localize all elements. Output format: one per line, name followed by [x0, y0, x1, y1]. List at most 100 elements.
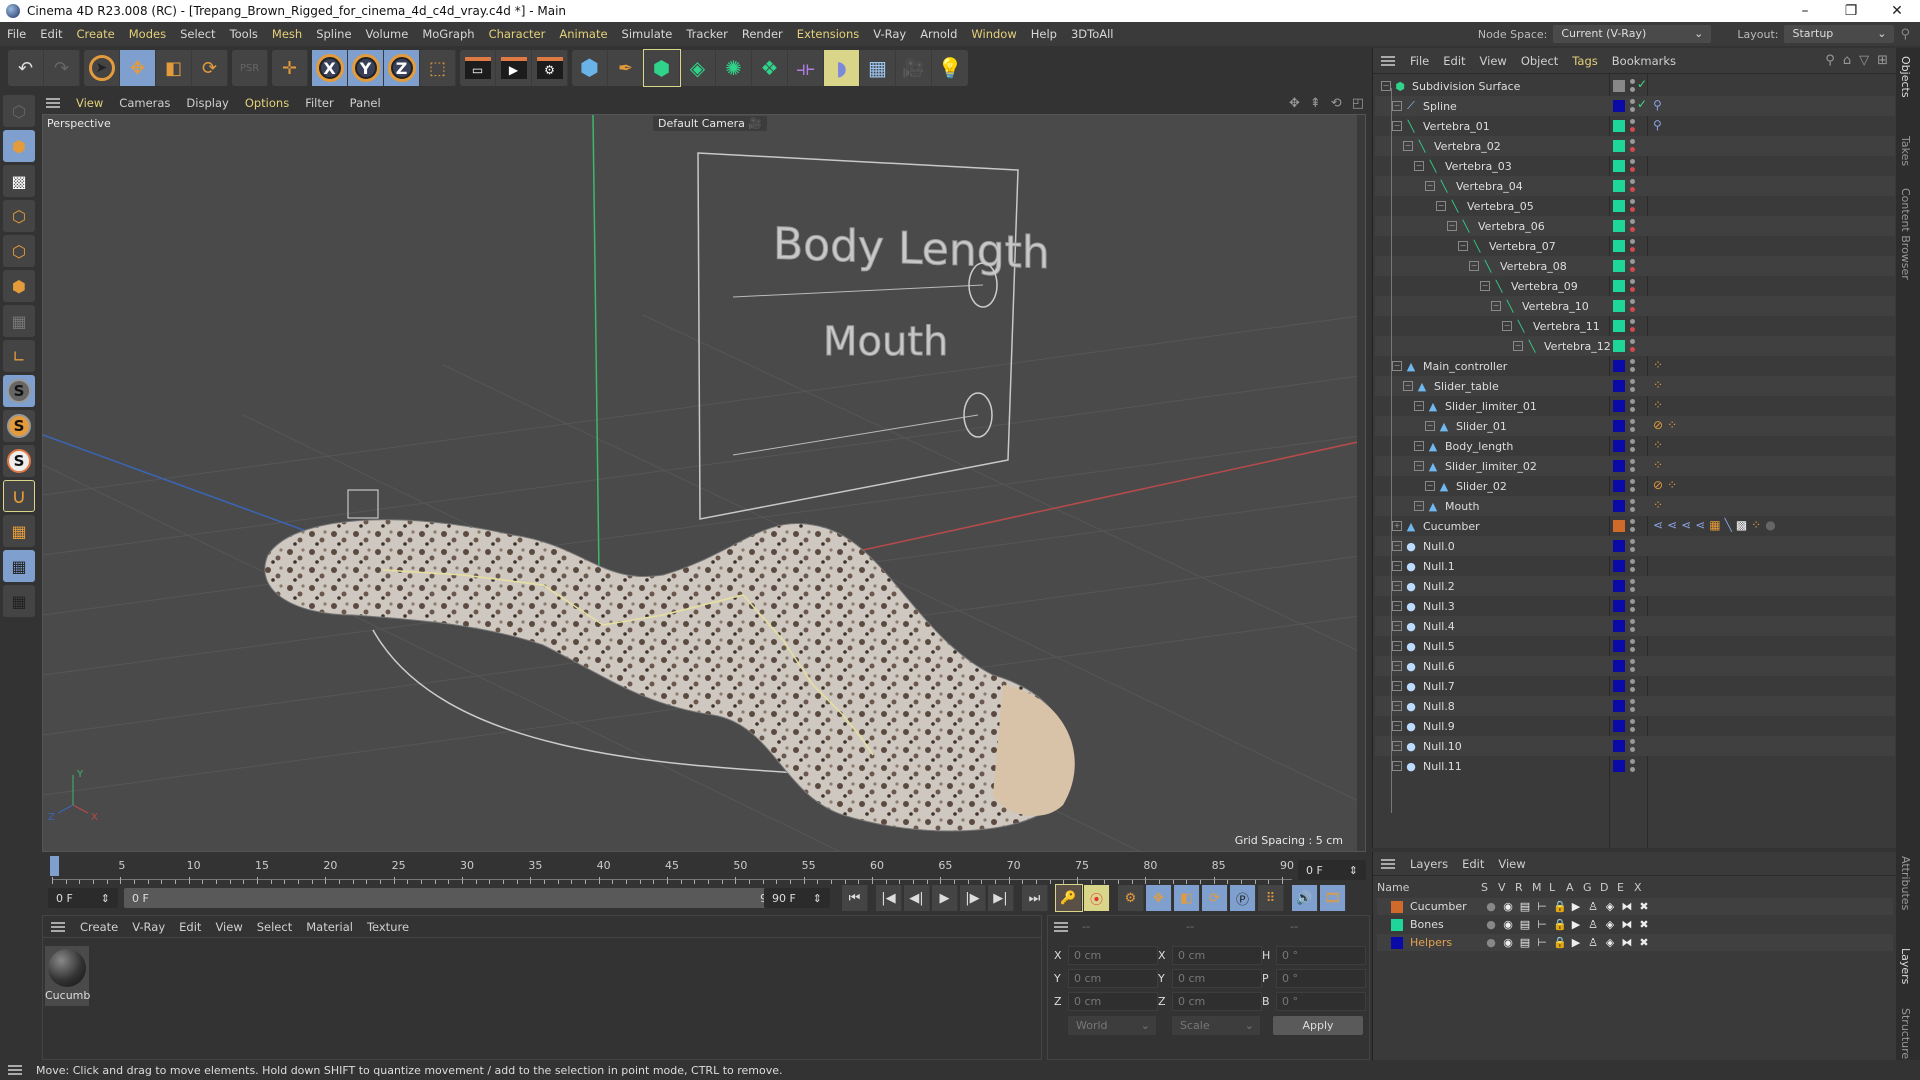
- render-visibility-dot[interactable]: [1630, 587, 1635, 592]
- pen-icon[interactable]: ✒: [608, 50, 644, 86]
- object-row[interactable]: − ● Null.10: [1375, 736, 1895, 756]
- menu-modes[interactable]: Modes: [122, 27, 173, 41]
- layer-color-swatch[interactable]: [1613, 660, 1625, 672]
- locked-workplane-icon[interactable]: ▦: [3, 550, 35, 582]
- editor-visibility-dot[interactable]: [1630, 159, 1635, 164]
- visibility-dots[interactable]: [1630, 719, 1636, 735]
- object-row[interactable]: − ╲ Vertebra_05: [1375, 196, 1895, 216]
- object-row[interactable]: − ╲ Vertebra_04: [1375, 176, 1895, 196]
- deformer-icon[interactable]: ⟛: [788, 50, 824, 86]
- visibility-dots[interactable]: [1630, 279, 1636, 295]
- visibility-dots[interactable]: [1630, 539, 1636, 555]
- xpresso-tag-icon[interactable]: ⁘: [1653, 378, 1663, 392]
- tab-structure[interactable]: Structure: [1899, 1008, 1912, 1059]
- menu-mograph[interactable]: MoGraph: [415, 27, 481, 41]
- cube-icon[interactable]: ⬢: [572, 50, 608, 86]
- current-frame-field[interactable]: 0 F ⇕: [48, 888, 118, 908]
- render-visibility-dot[interactable]: [1630, 487, 1635, 492]
- viewport-menu-view[interactable]: View: [68, 96, 111, 110]
- collapse-icon[interactable]: −: [1425, 181, 1435, 191]
- editor-visibility-dot[interactable]: [1630, 439, 1635, 444]
- render-visibility-dot[interactable]: [1630, 467, 1635, 472]
- undo-icon[interactable]: ↶: [8, 50, 44, 86]
- editor-visibility-dot[interactable]: [1630, 639, 1635, 644]
- render-view-icon[interactable]: ▭: [460, 50, 496, 86]
- x-axis-icon[interactable]: X: [312, 50, 348, 86]
- visibility-dots[interactable]: [1630, 179, 1636, 195]
- editor-visibility-dot[interactable]: [1630, 599, 1635, 604]
- solo-dot-icon[interactable]: ●: [1485, 918, 1497, 931]
- mograph-cloner-icon[interactable]: ✺: [716, 50, 752, 86]
- object-row[interactable]: − ▲ Main_controller ⁘: [1375, 356, 1895, 376]
- coordinate-system-icon[interactable]: ⬚: [420, 50, 456, 86]
- polygon-mode-icon[interactable]: ⬢: [3, 270, 35, 302]
- coord-size-field[interactable]: 0 cm: [1172, 969, 1262, 988]
- editor-visibility-dot[interactable]: [1630, 279, 1635, 284]
- expression-icon[interactable]: ⧓: [1621, 936, 1633, 949]
- menu-character[interactable]: Character: [482, 27, 553, 41]
- timeline-ruler[interactable]: 051015202530354045505560657075808590: [50, 856, 1294, 884]
- material-menu-texture[interactable]: Texture: [360, 920, 416, 934]
- layer-color-swatch[interactable]: [1613, 640, 1625, 652]
- visible-eye-icon[interactable]: ◉: [1502, 900, 1514, 913]
- collapse-icon[interactable]: −: [1469, 261, 1479, 271]
- key-parameter-icon[interactable]: Ⓟ: [1230, 885, 1256, 911]
- animation-play-icon[interactable]: ▶: [1570, 918, 1582, 931]
- object-row[interactable]: − ● Null.5: [1375, 636, 1895, 656]
- collapse-icon[interactable]: −: [1392, 661, 1402, 671]
- visibility-dots[interactable]: [1630, 599, 1636, 615]
- layer-color-swatch[interactable]: [1613, 500, 1625, 512]
- render-visibility-dot[interactable]: [1630, 287, 1635, 292]
- collapse-icon[interactable]: −: [1414, 461, 1424, 471]
- xpresso-tag-icon[interactable]: ⁘: [1667, 478, 1677, 492]
- generator-icon[interactable]: ♙: [1587, 900, 1599, 913]
- ik-tag-icon[interactable]: ⚲: [1653, 98, 1662, 112]
- timeline-playhead[interactable]: [50, 856, 59, 876]
- layer-color-swatch[interactable]: [1613, 360, 1625, 372]
- object-row[interactable]: − ⟋ Spline ✓ ⚲: [1375, 96, 1895, 116]
- layer-color-swatch[interactable]: [1613, 620, 1625, 632]
- trepang-body[interactable]: [264, 519, 1067, 832]
- menu-animate[interactable]: Animate: [552, 27, 614, 41]
- layer-color-swatch[interactable]: [1613, 460, 1625, 472]
- object-menu-object[interactable]: Object: [1514, 54, 1565, 68]
- layer-color-swatch[interactable]: [1613, 160, 1625, 172]
- coordinate-space-dropdown[interactable]: World ⌄: [1068, 1016, 1156, 1035]
- maximize-view-icon[interactable]: ◰: [1352, 96, 1364, 111]
- layer-color-swatch[interactable]: [1613, 760, 1625, 772]
- object-row[interactable]: − ╲ Vertebra_07: [1375, 236, 1895, 256]
- protection-tag-icon[interactable]: ⊘: [1653, 418, 1663, 432]
- object-row[interactable]: − ▲ Slider_limiter_01 ⁘: [1375, 396, 1895, 416]
- visibility-dots[interactable]: [1630, 439, 1636, 455]
- visibility-dots[interactable]: [1630, 399, 1636, 415]
- render-visibility-dot[interactable]: [1630, 187, 1635, 192]
- collapse-icon[interactable]: −: [1436, 201, 1446, 211]
- editor-visibility-dot[interactable]: [1630, 419, 1635, 424]
- render-visibility-dot[interactable]: [1630, 247, 1635, 252]
- editor-visibility-dot[interactable]: [1630, 259, 1635, 264]
- manager-tree-icon[interactable]: ⊢: [1536, 936, 1548, 949]
- live-select-icon[interactable]: ✛: [272, 50, 308, 86]
- psr-icon[interactable]: PSR: [232, 50, 268, 86]
- visibility-dots[interactable]: [1630, 459, 1636, 475]
- viewport-menu-options[interactable]: Options: [237, 96, 297, 110]
- manager-tree-icon[interactable]: ⊢: [1536, 918, 1548, 931]
- render-visibility-dot[interactable]: [1630, 647, 1635, 652]
- node-space-dropdown[interactable]: Current (V-Ray) ⌄: [1553, 25, 1712, 43]
- render-visibility-dot[interactable]: [1630, 307, 1635, 312]
- viewport-scrollbar[interactable]: [1357, 115, 1365, 851]
- collapse-icon[interactable]: −: [1458, 241, 1468, 251]
- hamburger-icon[interactable]: [8, 1065, 22, 1075]
- render-visibility-dot[interactable]: [1630, 547, 1635, 552]
- object-row[interactable]: − ╲ Vertebra_11: [1375, 316, 1895, 336]
- y-axis-icon[interactable]: Y: [348, 50, 384, 86]
- viewport-menu-cameras[interactable]: Cameras: [111, 96, 178, 110]
- render-visibility-dot[interactable]: [1630, 267, 1635, 272]
- layer-color-swatch[interactable]: [1391, 936, 1403, 949]
- solo-dot-icon[interactable]: ●: [1485, 936, 1497, 949]
- uv-mode-icon[interactable]: ▦: [3, 305, 35, 337]
- render-visibility-dot[interactable]: [1630, 407, 1635, 412]
- object-row[interactable]: − ⬢ Subdivision Surface ✓: [1375, 76, 1895, 96]
- visibility-dots[interactable]: [1630, 579, 1636, 595]
- deformer-icon[interactable]: ◈: [1604, 918, 1616, 931]
